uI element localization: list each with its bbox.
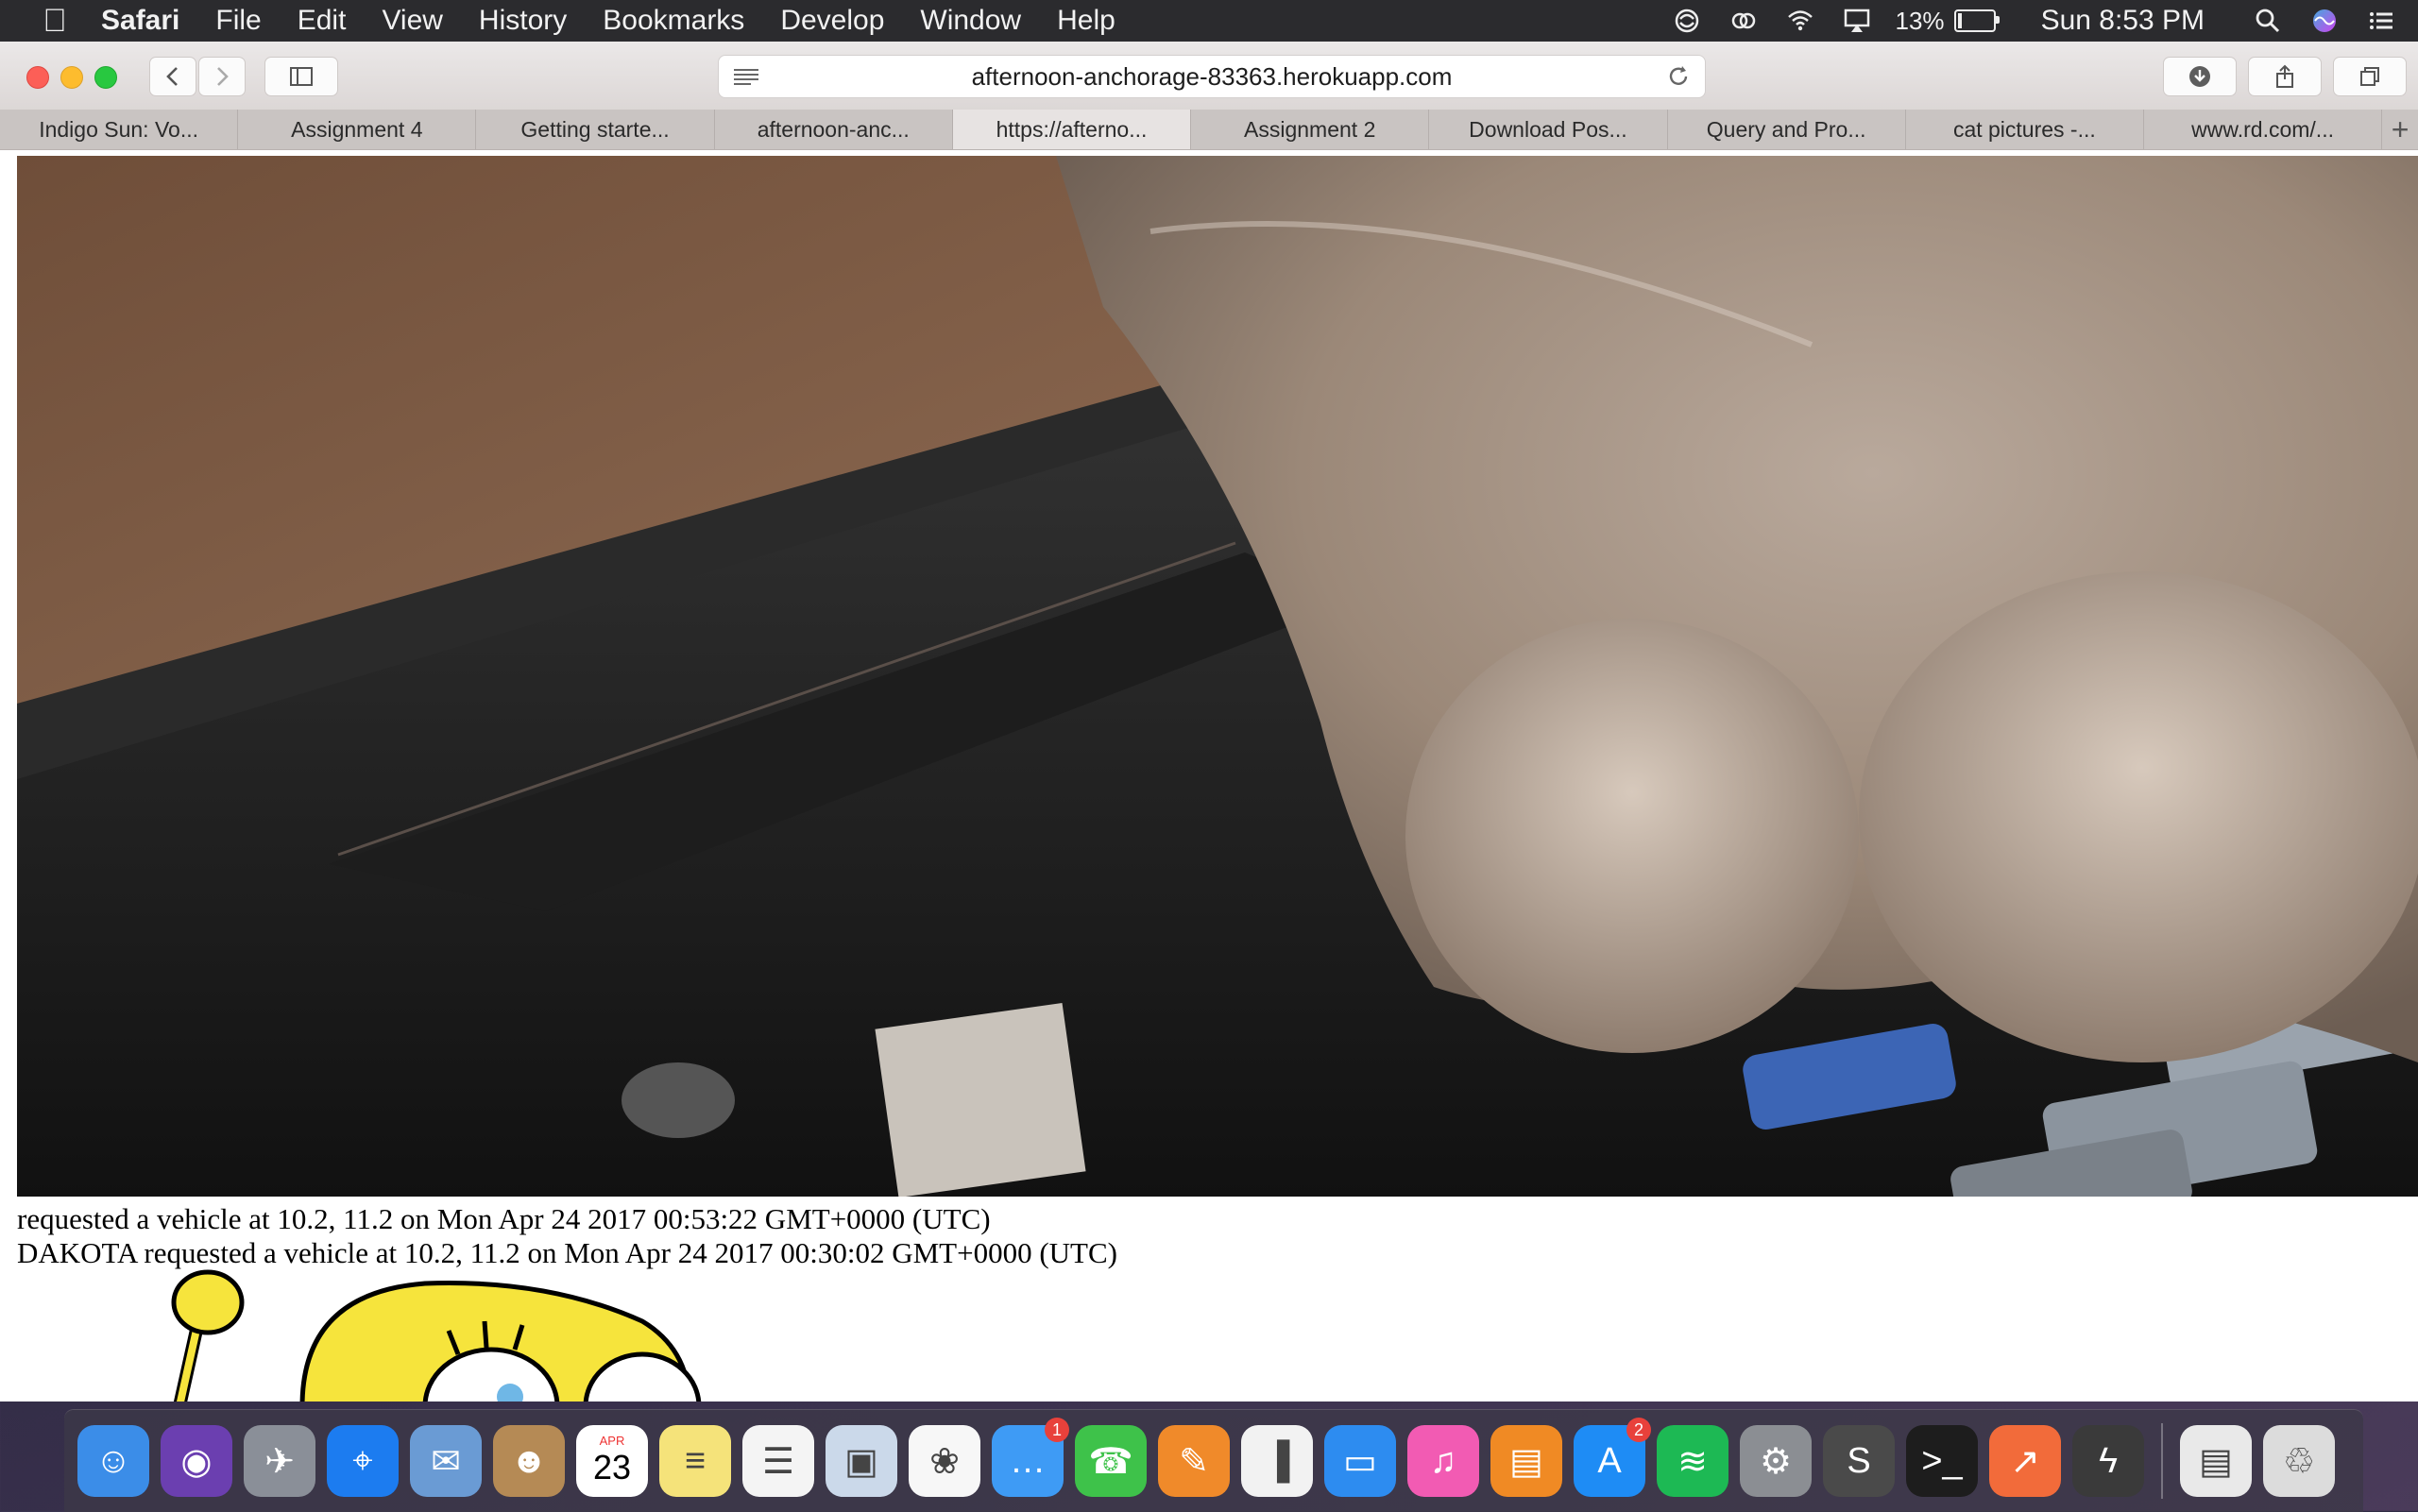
menu-history[interactable]: History bbox=[461, 5, 585, 37]
web-page-content: requested a vehicle at 10.2, 11.2 on Mon… bbox=[0, 150, 2418, 1402]
dock-pencil-icon[interactable]: ✎ bbox=[1158, 1425, 1230, 1497]
minimize-window-button[interactable] bbox=[60, 66, 83, 89]
tab-cat-pictures[interactable]: cat pictures -... bbox=[1906, 110, 2144, 149]
dock-finder-icon[interactable]: ☺ bbox=[77, 1425, 149, 1497]
fullscreen-window-button[interactable] bbox=[94, 66, 117, 89]
status-area: 13% Sun 8:53 PM bbox=[1669, 0, 2399, 42]
downloads-button[interactable] bbox=[2163, 57, 2237, 96]
share-icon bbox=[2276, 64, 2293, 88]
sidebar-icon bbox=[290, 67, 313, 86]
dock-calendar-icon[interactable]: APR 23 bbox=[576, 1425, 648, 1497]
tab-query-and-pro[interactable]: Query and Pro... bbox=[1668, 110, 1906, 149]
download-icon bbox=[2189, 66, 2210, 87]
apple-menu-icon[interactable]:  bbox=[26, 3, 83, 40]
sync-status-icon[interactable] bbox=[1669, 5, 1705, 37]
dock-chat-icon[interactable]: … 1 bbox=[992, 1418, 1069, 1497]
dock-gear-icon[interactable]: ⚙ bbox=[1740, 1425, 1812, 1497]
menu-app-name[interactable]: Safari bbox=[83, 5, 197, 37]
calendar-day: 23 bbox=[592, 1448, 632, 1487]
menu-help[interactable]: Help bbox=[1039, 5, 1133, 37]
tab-bar: Indigo Sun: Vo... Assignment 4 Getting s… bbox=[0, 110, 2418, 150]
dock-music-icon[interactable]: ♫ bbox=[1407, 1425, 1479, 1497]
tabs-overview-icon bbox=[2360, 67, 2379, 86]
dock-sublime-icon[interactable]: S bbox=[1823, 1425, 1895, 1497]
tab-active-https-afternoon[interactable]: https://afterno... bbox=[952, 110, 1192, 149]
tab-indigo-sun[interactable]: Indigo Sun: Vo... bbox=[0, 110, 239, 149]
back-button[interactable] bbox=[149, 57, 196, 96]
wifi-icon[interactable] bbox=[1782, 5, 1818, 37]
dock-separator bbox=[2161, 1423, 2163, 1499]
chevron-left-icon bbox=[166, 67, 178, 86]
dock-stamp-icon[interactable]: ✉ bbox=[410, 1425, 482, 1497]
creative-cloud-icon[interactable] bbox=[1726, 5, 1762, 37]
show-all-tabs-button[interactable] bbox=[2333, 57, 2407, 96]
safari-window: afternoon-anchorage-83363.herokuapp.com … bbox=[0, 42, 2418, 1402]
dock-list-icon[interactable]: ☰ bbox=[742, 1425, 814, 1497]
new-tab-button[interactable]: + bbox=[2382, 110, 2418, 149]
share-button[interactable] bbox=[2248, 57, 2322, 96]
dock-rocket-icon[interactable]: ✈ bbox=[244, 1425, 315, 1497]
chevron-right-icon bbox=[217, 67, 229, 86]
dock-postman-icon[interactable]: ↗ bbox=[1989, 1425, 2061, 1497]
spotlight-search-icon[interactable] bbox=[2250, 5, 2286, 37]
menu-develop[interactable]: Develop bbox=[762, 5, 902, 37]
dock-book-icon[interactable]: ▤ bbox=[1490, 1425, 1562, 1497]
siri-menu-icon[interactable] bbox=[2307, 5, 2342, 37]
log-entry: requested a vehicle at 10.2, 11.2 on Mon… bbox=[17, 1202, 991, 1235]
menu-file[interactable]: File bbox=[197, 5, 279, 37]
forward-button[interactable] bbox=[198, 57, 246, 96]
notification-badge: 1 bbox=[1045, 1418, 1069, 1442]
notification-badge: 2 bbox=[1626, 1418, 1651, 1442]
airplay-icon[interactable] bbox=[1839, 5, 1875, 37]
dock-documents-icon[interactable]: ▤ bbox=[2180, 1425, 2252, 1497]
menu-window[interactable]: Window bbox=[902, 5, 1039, 37]
url-text: afternoon-anchorage-83363.herokuapp.com bbox=[971, 61, 1453, 91]
dock-contacts-icon[interactable]: ☻ bbox=[493, 1425, 565, 1497]
calendar-month: APR bbox=[599, 1434, 625, 1448]
battery-fill bbox=[1957, 13, 1963, 28]
battery-indicator[interactable]: 13% bbox=[1895, 6, 2000, 36]
tab-afternoon-anchorage[interactable]: afternoon-anc... bbox=[715, 110, 953, 149]
battery-percent: 13% bbox=[1895, 6, 1945, 35]
dock-terminal-icon[interactable]: >_ bbox=[1906, 1425, 1978, 1497]
spongebob-cartoon-image bbox=[171, 1269, 702, 1402]
address-bar[interactable]: afternoon-anchorage-83363.herokuapp.com bbox=[718, 55, 1706, 98]
dock-bolt-icon[interactable]: ϟ bbox=[2072, 1425, 2144, 1497]
dock-notes-icon[interactable]: ≡ bbox=[659, 1425, 731, 1497]
cat-on-laptop-photo bbox=[17, 156, 2418, 1197]
tab-getting-started[interactable]: Getting starte... bbox=[476, 110, 715, 149]
battery-icon bbox=[1953, 9, 2000, 32]
menu-bar:  Safari File Edit View History Bookmark… bbox=[0, 0, 2418, 42]
dock-spotify-icon[interactable]: ≋ bbox=[1657, 1425, 1728, 1497]
close-window-button[interactable] bbox=[26, 66, 49, 89]
reader-view-icon[interactable] bbox=[732, 65, 760, 94]
clock[interactable]: Sun 8:53 PM bbox=[2041, 5, 2205, 37]
browser-toolbar: afternoon-anchorage-83363.herokuapp.com bbox=[0, 42, 2418, 110]
dock-photos-icon[interactable]: ❀ bbox=[909, 1425, 980, 1497]
menu-edit[interactable]: Edit bbox=[280, 5, 365, 37]
menu-view[interactable]: View bbox=[364, 5, 460, 37]
dock-trash-icon[interactable]: ♲ bbox=[2263, 1425, 2335, 1497]
dock: ☺ ◉ ✈ ⌖ ✉ ☻ APR 23 ≡ ☰ ▣ ❀… 1 ☎ ✎ ▐ ▭ ♫ ▤ A 2 ≋ ⚙ S >_ ↗ ϟ ▤ ♲ bbox=[64, 1409, 2363, 1512]
dock-appstore-icon[interactable]: A2 bbox=[1574, 1418, 1651, 1497]
dock-barchart-icon[interactable]: ▐ bbox=[1241, 1425, 1313, 1497]
dock-compass-icon[interactable]: ⌖ bbox=[327, 1425, 399, 1497]
reload-icon[interactable] bbox=[1665, 63, 1692, 96]
vehicle-request-log: requested a vehicle at 10.2, 11.2 on Mon… bbox=[17, 1202, 1117, 1270]
dock-siri-icon[interactable]: ◉ bbox=[161, 1425, 232, 1497]
tab-rd-com[interactable]: www.rd.com/... bbox=[2144, 110, 2383, 149]
notification-center-icon[interactable] bbox=[2363, 5, 2399, 37]
dock-podium-icon[interactable]: ▭ bbox=[1324, 1425, 1396, 1497]
menu-bookmarks[interactable]: Bookmarks bbox=[585, 5, 762, 37]
sidebar-toggle-button[interactable] bbox=[264, 57, 338, 96]
tab-assignment-2[interactable]: Assignment 2 bbox=[1191, 110, 1430, 149]
dock-camera-icon[interactable]: ☎ bbox=[1075, 1425, 1147, 1497]
tab-download-postman[interactable]: Download Pos... bbox=[1429, 110, 1668, 149]
dock-preview-icon[interactable]: ▣ bbox=[826, 1425, 897, 1497]
tab-assignment-4[interactable]: Assignment 4 bbox=[238, 110, 477, 149]
